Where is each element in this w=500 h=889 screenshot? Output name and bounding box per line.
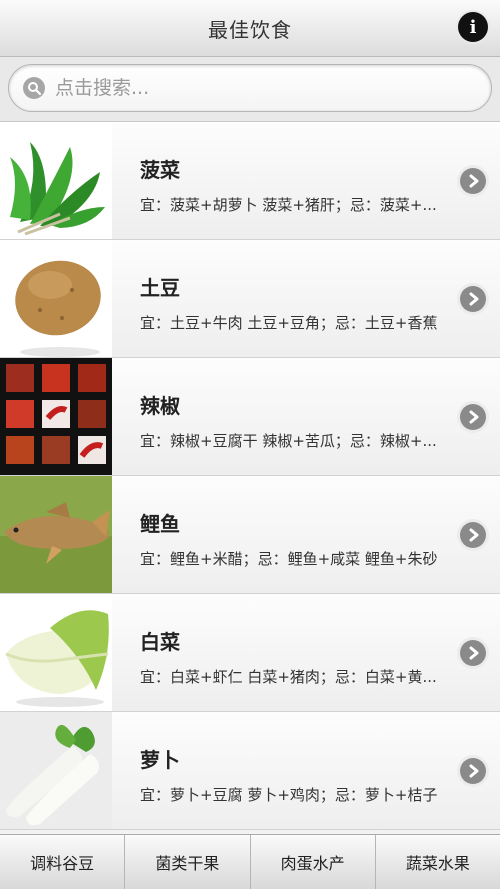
- list-item[interactable]: 辣椒 宜：辣椒+豆腐干 辣椒+苦瓜；忌：辣椒+...: [0, 358, 500, 476]
- item-title: 鲤鱼: [140, 512, 180, 536]
- tab-seasoning-grains[interactable]: 调料谷豆: [0, 835, 126, 889]
- list-item[interactable]: 白菜 宜：白菜+虾仁 白菜+猪肉；忌：白菜+黄...: [0, 594, 500, 712]
- item-description: 宜：菠菜+胡萝卜 菠菜+猪肝；忌：菠菜+...: [140, 196, 437, 214]
- item-title: 土豆: [140, 276, 180, 300]
- item-description: 宜：辣椒+豆腐干 辣椒+苦瓜；忌：辣椒+...: [140, 432, 437, 450]
- chevron-right-icon[interactable]: [460, 286, 486, 312]
- chevron-right-icon[interactable]: [460, 168, 486, 194]
- search-input[interactable]: [53, 76, 457, 100]
- chili-image: [0, 358, 112, 475]
- app-header: 最佳饮食 i: [0, 0, 500, 57]
- list-item[interactable]: 菠菜 宜：菠菜+胡萝卜 菠菜+猪肝；忌：菠菜+...: [0, 122, 500, 240]
- tab-fungi-nuts[interactable]: 菌类干果: [125, 835, 251, 889]
- search-icon: [23, 77, 45, 99]
- list-item[interactable]: 土豆 宜：土豆+牛肉 土豆+豆角；忌：土豆+香蕉: [0, 240, 500, 358]
- item-title: 辣椒: [140, 394, 180, 418]
- bottom-tab-bar: 调料谷豆 菌类干果 肉蛋水产 蔬菜水果: [0, 834, 500, 889]
- page-title: 最佳饮食: [208, 17, 292, 42]
- radish-image: [0, 712, 112, 829]
- potato-image: [0, 240, 112, 357]
- chevron-right-icon[interactable]: [460, 758, 486, 784]
- food-list: 菠菜 宜：菠菜+胡萝卜 菠菜+猪肝；忌：菠菜+... 土豆 宜：土豆+牛肉 土豆…: [0, 122, 500, 834]
- item-description: 宜：萝卜+豆腐 萝卜+鸡肉；忌：萝卜+桔子: [140, 786, 438, 804]
- list-item[interactable]: 鲤鱼 宜：鲤鱼+米醋；忌：鲤鱼+咸菜 鲤鱼+朱砂: [0, 476, 500, 594]
- info-icon[interactable]: i: [458, 12, 488, 42]
- tab-vegetables-fruits[interactable]: 蔬菜水果: [376, 835, 500, 889]
- chevron-right-icon[interactable]: [460, 404, 486, 430]
- search-bar: [0, 57, 500, 122]
- list-item[interactable]: 萝卜 宜：萝卜+豆腐 萝卜+鸡肉；忌：萝卜+桔子: [0, 712, 500, 830]
- search-box[interactable]: [8, 64, 492, 112]
- cabbage-image: [0, 594, 112, 711]
- tab-meat-eggs-seafood[interactable]: 肉蛋水产: [251, 835, 376, 889]
- item-description: 宜：土豆+牛肉 土豆+豆角；忌：土豆+香蕉: [140, 314, 438, 332]
- item-title: 萝卜: [140, 748, 180, 772]
- chevron-right-icon[interactable]: [460, 640, 486, 666]
- chevron-right-icon[interactable]: [460, 522, 486, 548]
- spinach-image: [0, 122, 112, 239]
- item-title: 白菜: [140, 630, 180, 654]
- item-title: 菠菜: [140, 158, 180, 182]
- item-description: 宜：白菜+虾仁 白菜+猪肉；忌：白菜+黄...: [140, 668, 437, 686]
- carp-image: [0, 476, 112, 593]
- item-description: 宜：鲤鱼+米醋；忌：鲤鱼+咸菜 鲤鱼+朱砂: [140, 550, 438, 568]
